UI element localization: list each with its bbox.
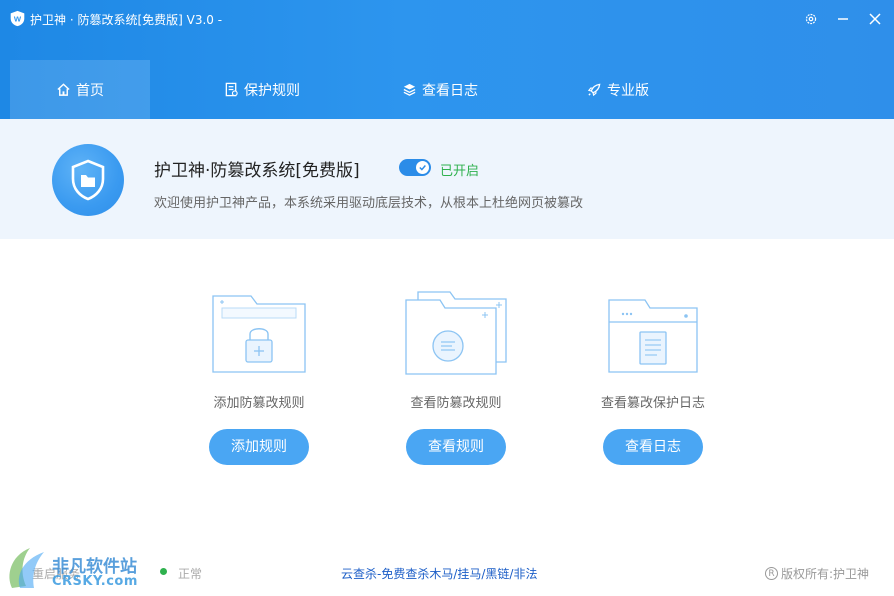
tab-view-logs[interactable]: 查看日志 xyxy=(370,60,510,119)
tab-label: 保护规则 xyxy=(244,82,300,99)
check-icon xyxy=(419,165,426,171)
tab-label: 查看日志 xyxy=(422,82,478,99)
home-icon xyxy=(56,82,71,97)
product-description: 欢迎使用护卫神产品，本系统采用驱动底层技术，从根本上杜绝网页被篡改 xyxy=(154,196,584,211)
tab-pro-version[interactable]: 专业版 xyxy=(548,60,688,119)
restart-service-link[interactable]: 重启服务 xyxy=(32,565,80,582)
feature-view-logs: 查看篡改保护日志 查看日志 xyxy=(583,288,723,465)
feature-caption: 添加防篡改规则 xyxy=(213,396,305,411)
svg-text:W: W xyxy=(14,14,22,23)
folders-search-icon xyxy=(386,288,526,378)
feature-view-rules: 查看防篡改规则 查看规则 xyxy=(386,288,526,465)
document-log-icon xyxy=(583,288,723,378)
app-logo-icon: W xyxy=(10,10,25,27)
close-button[interactable] xyxy=(866,10,884,28)
service-status-text: 正常 xyxy=(178,567,203,581)
view-logs-button[interactable]: 查看日志 xyxy=(603,429,703,465)
feature-caption: 查看篡改保护日志 xyxy=(600,396,705,411)
status-panel xyxy=(0,119,894,239)
close-icon xyxy=(869,13,881,25)
settings-button[interactable] xyxy=(802,10,820,28)
feature-caption: 查看防篡改规则 xyxy=(410,396,502,411)
shield-folder-icon xyxy=(71,159,105,201)
main-tabs: 首页 保护规则 查看日志 专业版 xyxy=(0,60,894,119)
minimize-button[interactable] xyxy=(834,10,852,28)
tab-home[interactable]: 首页 xyxy=(10,60,150,119)
tab-label: 专业版 xyxy=(607,82,649,99)
add-rule-button[interactable]: 添加规则 xyxy=(209,429,309,465)
view-rules-button[interactable]: 查看规则 xyxy=(406,429,506,465)
layers-icon xyxy=(402,82,417,97)
shield-badge xyxy=(52,144,124,216)
product-name: 护卫神·防篡改系统[免费版] xyxy=(154,161,360,181)
tab-label: 首页 xyxy=(76,82,104,99)
protection-toggle[interactable] xyxy=(399,159,431,176)
gear-icon xyxy=(805,13,817,25)
toggle-knob xyxy=(416,161,429,174)
feature-add-rule: 添加防篡改规则 添加规则 xyxy=(189,288,329,465)
folder-lock-icon xyxy=(189,288,329,378)
tab-protection-rules[interactable]: 保护规则 xyxy=(192,60,332,119)
rocket-icon xyxy=(587,82,602,97)
title-bar[interactable]: W 护卫神 · 防篡改系统[免费版] V3.0 - xyxy=(0,0,894,38)
copyright-text: 版权所有:护卫神 xyxy=(781,567,870,581)
window-title: 护卫神 · 防篡改系统[免费版] V3.0 - xyxy=(30,13,223,27)
rules-icon xyxy=(224,82,239,97)
cloud-scan-link[interactable]: 云查杀-免费查杀木马/挂马/黑链/非法 xyxy=(341,565,537,582)
toggle-status-label: 已开启 xyxy=(440,164,480,179)
header: W 护卫神 · 防篡改系统[免费版] V3.0 - 首页 保护规则 查看日志 专… xyxy=(0,0,894,119)
copyright: R 版权所有:护卫神 xyxy=(765,565,869,582)
footer: 重启服务 正常 云查杀-免费查杀木马/挂马/黑链/非法 R 版权所有:护卫神 xyxy=(0,560,894,586)
registered-icon: R xyxy=(765,567,778,580)
minimize-icon xyxy=(838,18,848,20)
service-status-dot xyxy=(160,568,167,575)
